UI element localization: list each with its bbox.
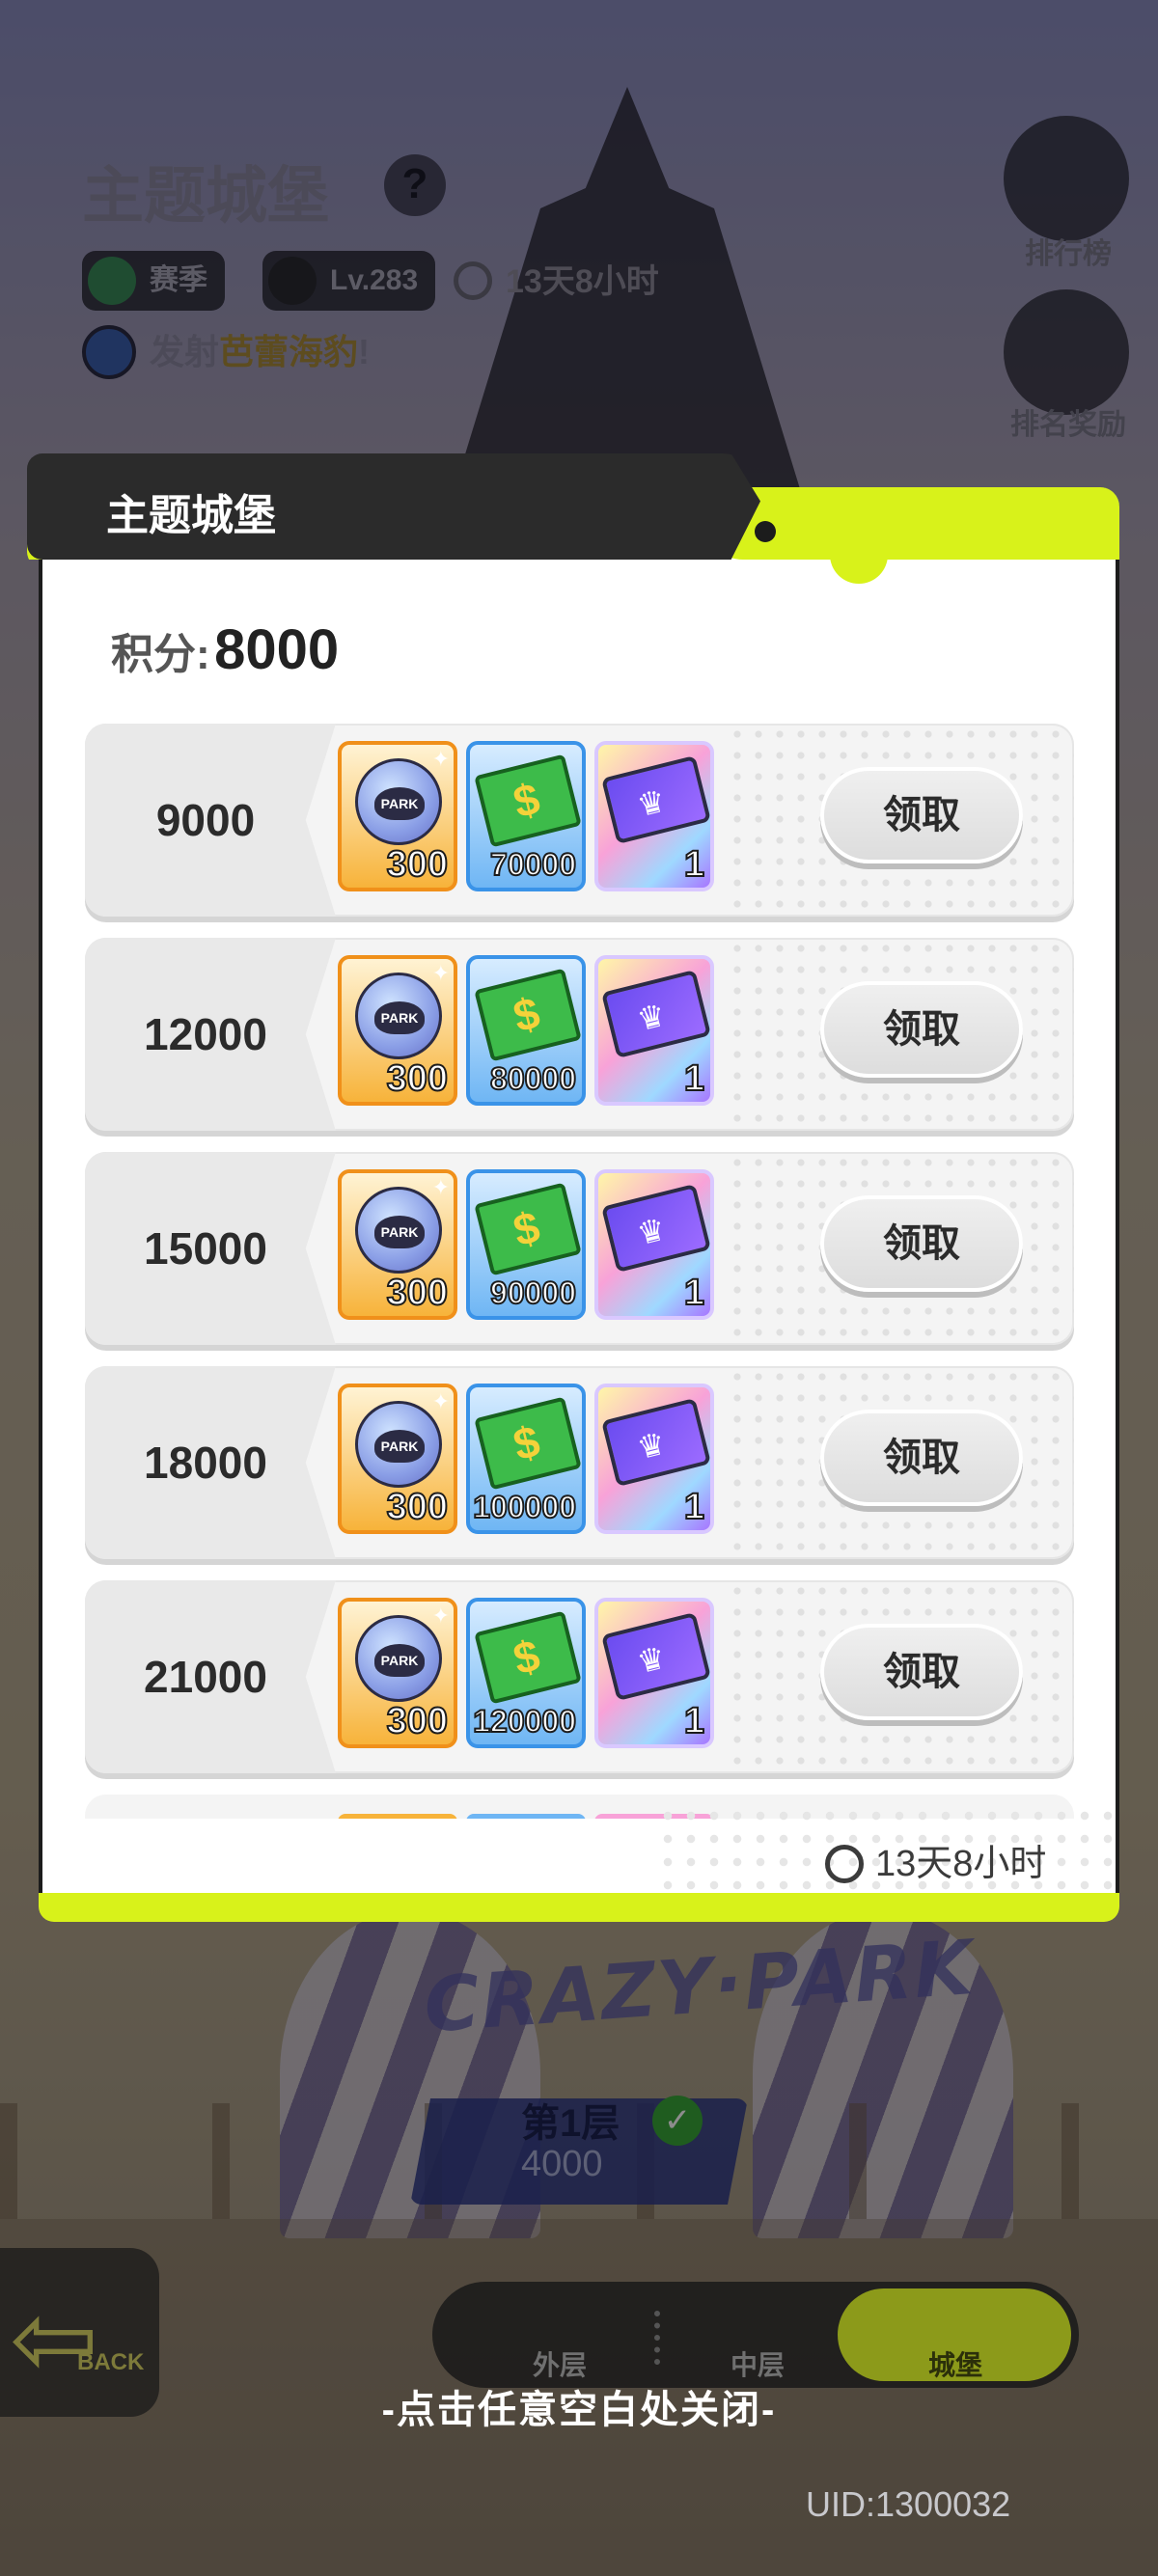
cash-icon: $: [474, 1610, 582, 1705]
score-label: 积分:: [111, 631, 210, 678]
reward-qty: 300: [386, 1486, 449, 1528]
modal-timer: 13天8小时: [825, 1833, 1046, 1886]
sparkle-icon: ✦: [431, 1603, 450, 1628]
ticket-icon: ♛: [601, 754, 710, 845]
threshold-value: 18000: [144, 1438, 267, 1488]
reward-qty: 300: [386, 1700, 449, 1742]
reward-qty: 80000: [489, 1060, 577, 1097]
reward-qty: 90000: [489, 1274, 577, 1311]
tab-middle-layer[interactable]: 中层: [704, 2344, 811, 2383]
claim-button[interactable]: 领取: [820, 1195, 1023, 1292]
park-text-mark: PARK: [374, 1430, 425, 1463]
sparkle-icon: ✦: [431, 747, 450, 771]
game-screen[interactable]: CRAZY·PARK 第1层 ✓ 4000 主题城堡 ? 赛季 Lv.283 1…: [0, 0, 1158, 2576]
reward-qty: 300: [386, 1272, 449, 1314]
park-coin-reward[interactable]: PARK ✦ 300: [338, 1598, 457, 1748]
reward-qty: 1: [683, 843, 705, 886]
reward-qty: 1: [683, 1486, 705, 1528]
cash-reward[interactable]: $ 120000: [466, 1598, 586, 1748]
sparkle-icon: ✦: [431, 1389, 450, 1413]
cash-reward[interactable]: $ 100000: [466, 1384, 586, 1534]
reward-row: 15000 PARK ✦ 300 $ 90000 ♛ 1 领取: [85, 1152, 1074, 1345]
reward-qty: 70000: [489, 846, 577, 883]
modal-bottom-bar: [39, 1893, 1119, 1922]
claim-button[interactable]: 领取: [820, 1410, 1023, 1506]
park-coin-reward-partial: [338, 1814, 457, 1819]
tab-castle[interactable]: 城堡: [902, 2344, 1008, 2383]
park-coin-reward[interactable]: PARK ✦ 300: [338, 741, 457, 891]
sparkle-icon: ✦: [431, 961, 450, 985]
park-text-mark: PARK: [374, 1644, 425, 1677]
reward-row: 9000 PARK ✦ 300 $ 70000 ♛ 1 领取: [85, 724, 1074, 917]
reward-qty: 1: [683, 1700, 705, 1742]
close-hint: -点击任意空白处关闭-: [381, 2389, 777, 2431]
reward-row: 21000 PARK ✦ 300 $ 120000 ♛ 1 领取: [85, 1580, 1074, 1773]
ticket-icon: ♛: [601, 969, 710, 1059]
nav-divider: [654, 2311, 660, 2365]
ticket-reward[interactable]: ♛ 1: [594, 1169, 714, 1320]
sparkle-icon: ✦: [431, 1175, 450, 1199]
threshold-value: 21000: [144, 1652, 267, 1702]
ticket-reward[interactable]: ♛ 1: [594, 741, 714, 891]
cash-reward-partial: [466, 1814, 586, 1819]
score-display: 积分: 8000: [111, 617, 339, 685]
back-label: BACK: [77, 2349, 145, 2375]
cash-reward[interactable]: $ 90000: [466, 1169, 586, 1320]
ticket-reward[interactable]: ♛ 1: [594, 955, 714, 1106]
park-coin-reward[interactable]: PARK ✦ 300: [338, 1169, 457, 1320]
modal-title: 主题城堡: [106, 492, 276, 539]
score-value: 8000: [214, 618, 340, 681]
ticket-reward[interactable]: ♛ 1: [594, 1384, 714, 1534]
reward-qty: 100000: [472, 1489, 577, 1525]
reward-list[interactable]: 9000 PARK ✦ 300 $ 70000 ♛ 1 领取 12000 PAR…: [85, 724, 1074, 1819]
claim-button[interactable]: 领取: [820, 767, 1023, 863]
threshold-value: 15000: [144, 1223, 267, 1274]
reward-qty: 300: [386, 843, 449, 886]
reward-qty: 1: [683, 1057, 705, 1100]
ticket-icon: ♛: [601, 1397, 710, 1488]
back-arrow-icon: ⇦: [10, 2280, 99, 2398]
reward-qty: 1: [683, 1272, 705, 1314]
claim-button[interactable]: 领取: [820, 1624, 1023, 1720]
reward-row: 18000 PARK ✦ 300 $ 100000 ♛ 1 领取: [85, 1366, 1074, 1559]
clock-icon: [825, 1845, 864, 1883]
ticket-icon: ♛: [601, 1183, 710, 1274]
park-coin-reward[interactable]: PARK ✦ 300: [338, 1384, 457, 1534]
tab-outer-layer[interactable]: 外层: [507, 2344, 613, 2383]
cash-icon: $: [474, 968, 582, 1062]
park-text-mark: PARK: [374, 1216, 425, 1248]
park-text-mark: PARK: [374, 1001, 425, 1034]
ticket-icon: ♛: [601, 1611, 710, 1702]
reward-row: 12000 PARK ✦ 300 $ 80000 ♛ 1 领取: [85, 938, 1074, 1131]
threshold-value: 9000: [155, 795, 256, 845]
cash-icon: $: [474, 1182, 582, 1276]
reward-qty: 120000: [472, 1703, 577, 1740]
uid-label: UID:1300032: [806, 2484, 1011, 2524]
cash-icon: $: [474, 754, 582, 848]
park-coin-reward[interactable]: PARK ✦ 300: [338, 955, 457, 1106]
cash-reward[interactable]: $ 70000: [466, 741, 586, 891]
threshold-value: 12000: [144, 1009, 267, 1059]
cash-reward[interactable]: $ 80000: [466, 955, 586, 1106]
park-text-mark: PARK: [374, 787, 425, 820]
modal-decor-dot: [755, 521, 776, 542]
cash-icon: $: [474, 1396, 582, 1491]
claim-button[interactable]: 领取: [820, 981, 1023, 1078]
ticket-reward[interactable]: ♛ 1: [594, 1598, 714, 1748]
modal-timer-text: 13天8小时: [875, 1844, 1047, 1884]
reward-qty: 300: [386, 1057, 449, 1100]
